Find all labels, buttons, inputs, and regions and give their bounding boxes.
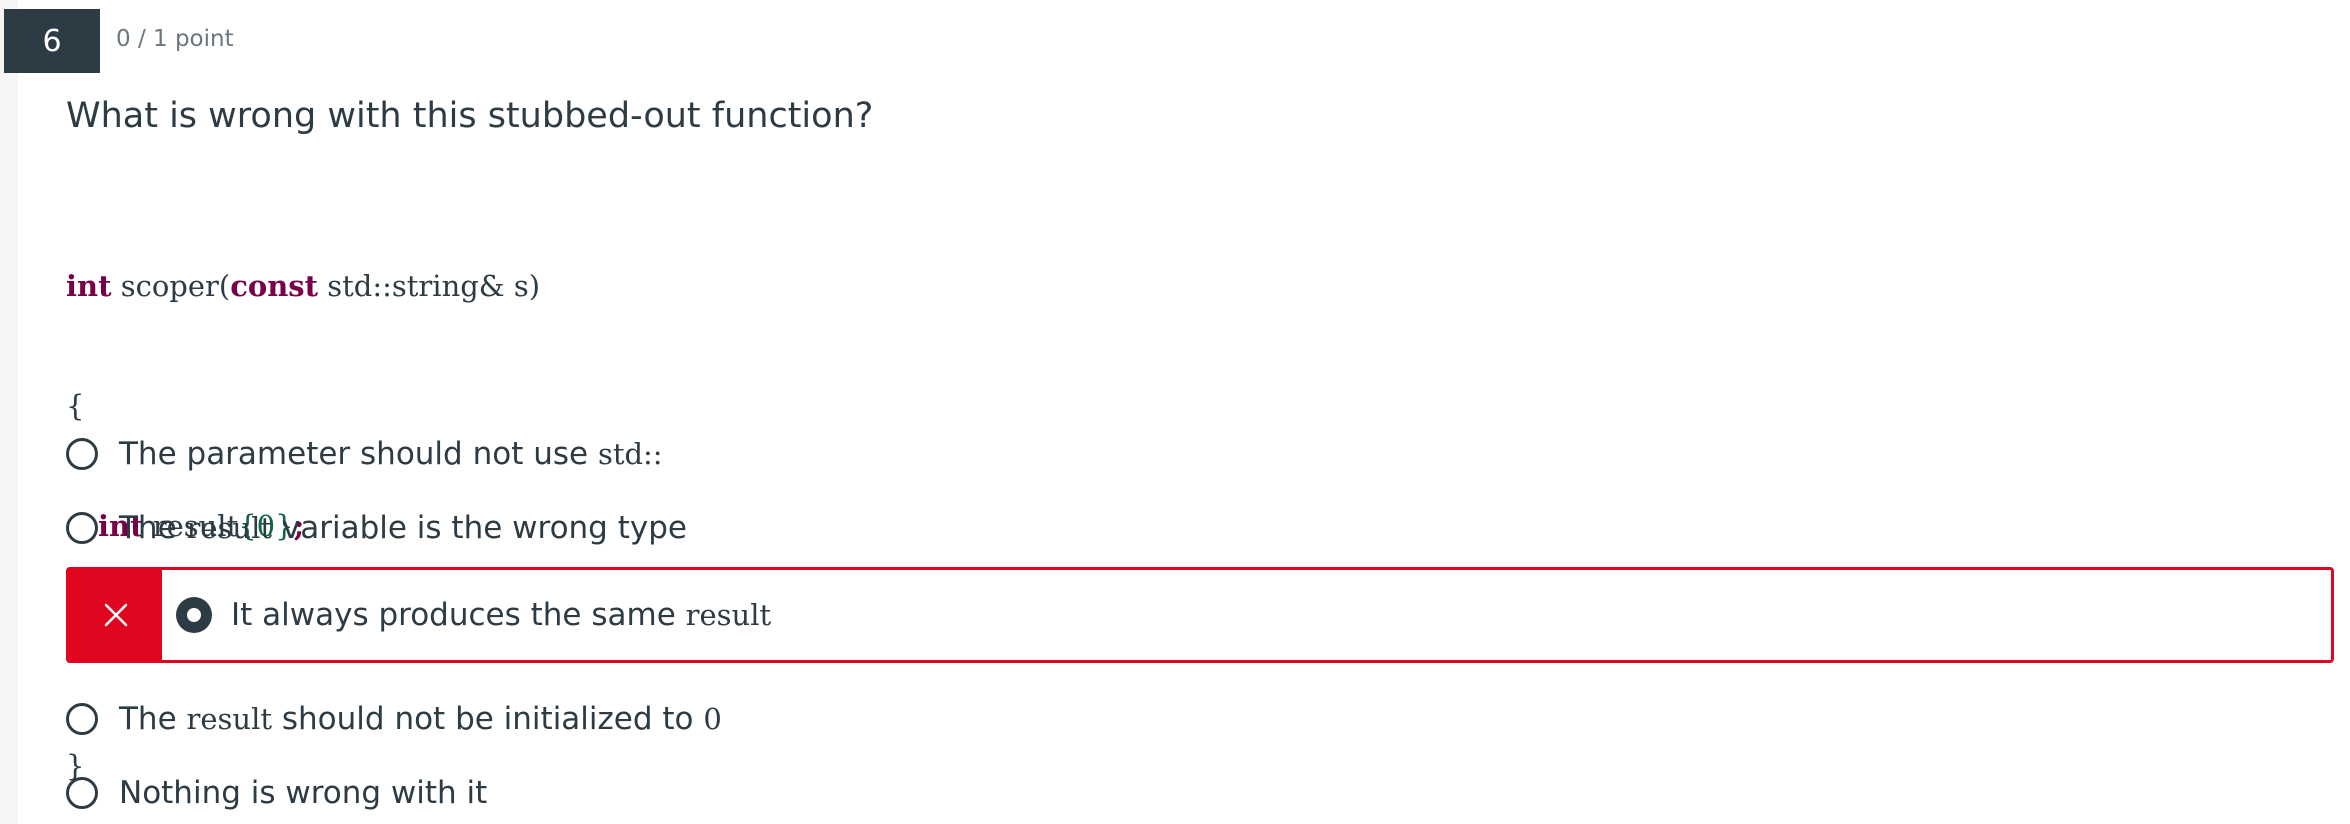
answer-option[interactable]: Nothing is wrong with it — [66, 770, 487, 816]
question-text: What is wrong with this stubbed-out func… — [66, 96, 874, 136]
option-text: The parameter should not use — [119, 436, 598, 472]
option-code: result — [186, 702, 273, 736]
radio-icon[interactable] — [66, 703, 98, 735]
question-points: 0 / 1 point — [116, 26, 234, 52]
option-label: The parameter should not use std:: — [119, 436, 663, 472]
incorrect-badge — [69, 570, 162, 660]
answer-option[interactable]: The result variable is the wrong type — [66, 505, 687, 551]
option-code: result — [186, 511, 273, 545]
radio-selected-icon[interactable] — [176, 597, 212, 633]
option-text: It always produces the same — [231, 597, 686, 633]
option-label: The result variable is the wrong type — [119, 510, 687, 546]
option-code: 0 — [703, 702, 722, 736]
answer-option[interactable]: The result should not be initialized to … — [66, 696, 722, 742]
option-code: result — [685, 598, 772, 632]
option-text: The — [119, 510, 187, 546]
close-icon — [104, 603, 127, 627]
option-text: should not be initialized to — [272, 701, 704, 737]
option-text: variable is the wrong type — [272, 510, 687, 546]
radio-icon[interactable] — [66, 777, 98, 809]
option-label: It always produces the same result — [231, 597, 771, 633]
option-text: The — [119, 701, 187, 737]
code-keyword: int — [66, 269, 112, 303]
question-number: 6 — [42, 23, 62, 59]
radio-icon[interactable] — [66, 438, 98, 470]
code-line: int scoper(const std::string& s) — [66, 266, 540, 306]
option-code: std:: — [597, 437, 663, 471]
option-label: Nothing is wrong with it — [119, 775, 487, 811]
code-text: { — [66, 389, 85, 423]
question-number-badge: 6 — [4, 9, 100, 73]
option-text: Nothing is wrong with it — [119, 775, 488, 811]
answer-option[interactable]: The parameter should not use std:: — [66, 431, 663, 477]
code-keyword: const — [230, 269, 319, 303]
code-line: { — [66, 386, 540, 426]
option-label: The result should not be initialized to … — [119, 701, 722, 737]
option-content: It always produces the same result — [162, 570, 771, 660]
code-text: scoper( — [111, 269, 231, 303]
radio-icon[interactable] — [66, 512, 98, 544]
left-gutter — [0, 0, 18, 824]
code-text: std::string& s) — [318, 269, 541, 303]
answer-option-selected-incorrect[interactable]: It always produces the same result — [66, 567, 2334, 663]
